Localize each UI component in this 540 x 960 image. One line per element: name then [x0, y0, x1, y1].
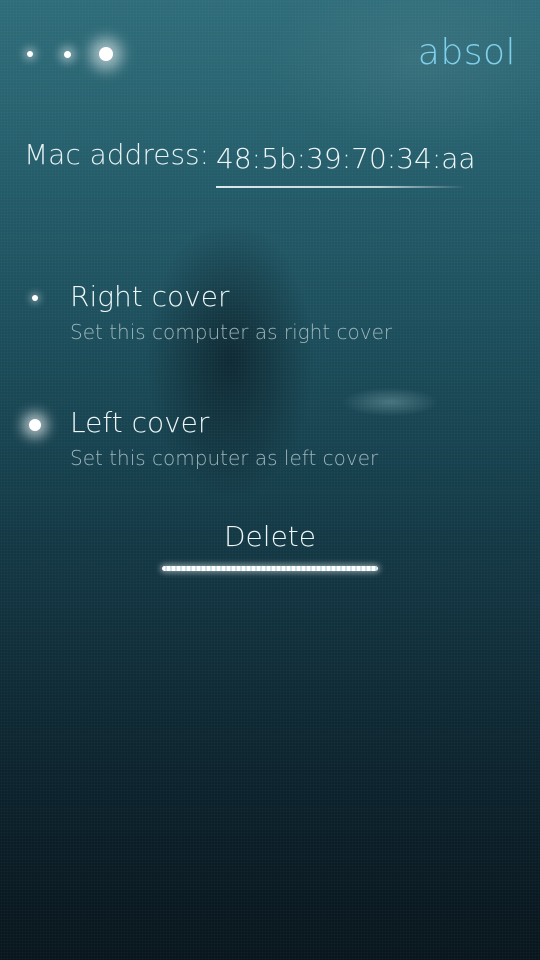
radio-unselected-icon [25, 288, 45, 308]
radio-dot [29, 419, 41, 431]
left-cover-label: Left cover [70, 406, 210, 439]
left-cover-description: Set this computer as left cover [70, 446, 379, 470]
pulley-menu-indicator[interactable] [14, 34, 134, 74]
right-cover-label: Right cover [70, 280, 230, 313]
left-cover-option[interactable]: Left cover Set this computer as left cov… [0, 398, 540, 488]
mac-address-value: 48:5b:39:70:34:aa [216, 142, 476, 175]
pulley-dot-highlighted-icon [99, 47, 113, 61]
mac-address-field[interactable]: 48:5b:39:70:34:aa [216, 142, 476, 190]
page-title: absol [417, 32, 516, 73]
mac-address-underline [216, 186, 466, 188]
radio-selected-icon [25, 415, 45, 435]
delete-button-label: Delete [224, 520, 316, 553]
delete-button-highlight [162, 566, 378, 571]
mac-address-label: Mac address: [24, 138, 210, 171]
radio-dot [32, 295, 38, 301]
right-cover-option[interactable]: Right cover Set this computer as right c… [0, 272, 540, 362]
pulley-dot-icon [27, 51, 33, 57]
right-cover-description: Set this computer as right cover [70, 320, 393, 344]
pulley-dot-icon [64, 51, 71, 58]
delete-button[interactable]: Delete [160, 518, 380, 578]
